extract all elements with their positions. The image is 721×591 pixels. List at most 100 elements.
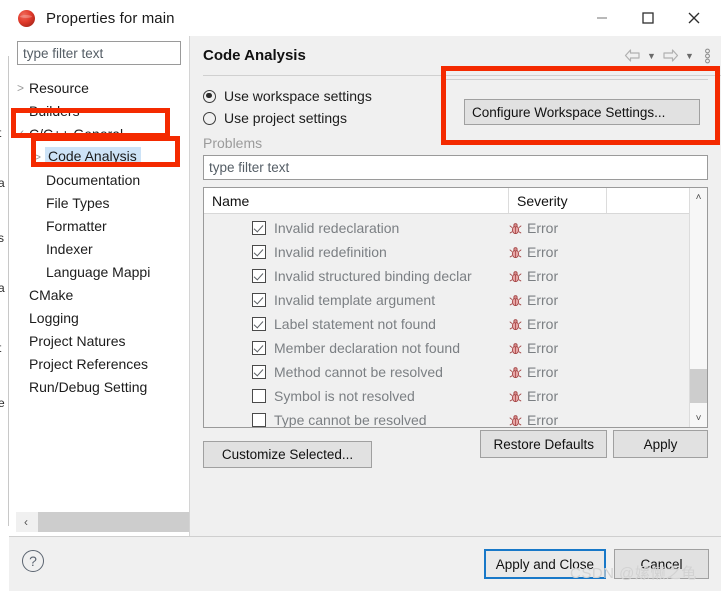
tree-hscroll-thumb[interactable] (38, 512, 192, 532)
tree-item-documentation[interactable]: Documentation (9, 168, 189, 191)
tree-item-indexer[interactable]: Indexer (9, 237, 189, 260)
tree-item-run-debug-settings[interactable]: Run/Debug Setting (9, 375, 189, 398)
problem-name: Member declaration not found (274, 340, 460, 356)
tree-item-label: Code Analysis (45, 147, 141, 166)
radio-button-icon[interactable] (203, 111, 216, 125)
window-title: Properties for main (46, 9, 175, 27)
minimize-icon[interactable] (579, 0, 625, 36)
radio-label: Use project settings (224, 110, 347, 126)
forward-arrow-icon[interactable] (661, 45, 680, 67)
cell-name[interactable]: Member declaration not found (204, 340, 509, 356)
apply-button[interactable]: Apply (613, 430, 708, 458)
tree-item-cpp-general[interactable]: ✓ C/C++ General (9, 122, 189, 145)
forward-history-dropdown-icon[interactable]: ▼ (682, 45, 697, 67)
problem-name: Method cannot be resolved (274, 364, 443, 380)
scroll-up-icon[interactable]: ˄ (690, 188, 707, 206)
code-analysis-page: Code Analysis ▼ ▼ Use workspace settings… (190, 36, 721, 536)
maximize-icon[interactable] (625, 0, 671, 36)
tree-item-project-natures[interactable]: Project Natures (9, 329, 189, 352)
scroll-down-icon[interactable]: ˅ (690, 409, 707, 427)
chevron-down-icon[interactable]: ✓ (12, 128, 29, 140)
tree-item-file-types[interactable]: File Types (9, 191, 189, 214)
row-checkbox[interactable] (252, 365, 266, 379)
tree-item-label: Builders (29, 102, 80, 119)
page-toolbar: ▼ ▼ (623, 45, 715, 67)
cell-name[interactable]: Method cannot be resolved (204, 364, 509, 380)
scroll-thumb[interactable] (690, 369, 707, 403)
problems-table-scrollbar[interactable]: ˄ ˅ (689, 188, 707, 427)
row-checkbox[interactable] (252, 341, 266, 355)
restore-defaults-button[interactable]: Restore Defaults (480, 430, 607, 458)
tree-item-language-mappings[interactable]: Language Mappi (9, 260, 189, 283)
row-checkbox[interactable] (252, 245, 266, 259)
configure-workspace-settings-button[interactable]: Configure Workspace Settings... (464, 99, 700, 125)
tree-item-label: Run/Debug Setting (29, 378, 148, 395)
tree-hscroll-track[interactable] (36, 512, 192, 532)
tree-item-cmake[interactable]: CMake (9, 283, 189, 306)
table-row[interactable]: Type cannot be resolved Error (204, 408, 689, 427)
table-row[interactable]: Method cannot be resolved Error (204, 360, 689, 384)
cell-name[interactable]: Symbol is not resolved (204, 388, 509, 404)
severity-label: Error (527, 340, 559, 356)
row-checkbox[interactable] (252, 389, 266, 403)
table-row[interactable]: Member declaration not found Error (204, 336, 689, 360)
row-checkbox[interactable] (252, 317, 266, 331)
tree-item-resource[interactable]: > Resource (9, 76, 189, 99)
error-bug-icon (509, 390, 522, 402)
page-action-buttons: Restore Defaults Apply (480, 430, 708, 458)
tree-item-label: Logging (29, 309, 79, 326)
cell-severity: Error (509, 220, 607, 236)
column-header-empty[interactable] (607, 188, 689, 213)
view-menu-icon[interactable] (699, 45, 715, 67)
close-icon[interactable] (671, 0, 717, 36)
table-row[interactable]: Invalid template argument Error (204, 288, 689, 312)
back-arrow-icon[interactable] (623, 45, 642, 67)
cell-name[interactable]: Label statement not found (204, 316, 509, 332)
scroll-track[interactable] (690, 206, 707, 409)
severity-label: Error (527, 220, 559, 236)
back-history-dropdown-icon[interactable]: ▼ (644, 45, 659, 67)
table-row[interactable]: Label statement not found Error (204, 312, 689, 336)
chevron-right-icon[interactable]: > (12, 82, 29, 94)
page-header: Code Analysis ▼ ▼ (190, 36, 721, 75)
tree-item-project-references[interactable]: Project References (9, 352, 189, 375)
tree-filter-input[interactable] (17, 41, 181, 65)
tree-item-logging[interactable]: Logging (9, 306, 189, 329)
table-row[interactable]: Invalid redefinition Error (204, 240, 689, 264)
page-title: Code Analysis (203, 47, 306, 64)
row-checkbox[interactable] (252, 413, 266, 427)
tree-item-formatter[interactable]: Formatter (9, 214, 189, 237)
cell-name[interactable]: Type cannot be resolved (204, 412, 509, 427)
problems-table-header: Name Severity (204, 188, 689, 214)
cell-severity: Error (509, 244, 607, 260)
tree-horizontal-scrollbar[interactable]: ‹ › (16, 512, 192, 532)
help-icon[interactable]: ? (22, 550, 44, 572)
table-row[interactable]: Symbol is not resolved Error (204, 384, 689, 408)
table-row[interactable]: Invalid structured binding declar Error (204, 264, 689, 288)
page-content: Use workspace settings Use project setti… (190, 76, 721, 468)
error-bug-icon (509, 246, 522, 258)
cell-name[interactable]: Invalid redefinition (204, 244, 509, 260)
chevron-right-icon[interactable]: > (29, 151, 46, 163)
problems-table-body[interactable]: Invalid redeclaration Error Invalid rede… (204, 214, 689, 427)
severity-label: Error (527, 364, 559, 380)
cell-name[interactable]: Invalid redeclaration (204, 220, 509, 236)
row-checkbox[interactable] (252, 269, 266, 283)
column-header-name[interactable]: Name (204, 188, 509, 213)
title-bar: Properties for main (9, 0, 721, 36)
tree-item-builders[interactable]: Builders (9, 99, 189, 122)
settings-tree[interactable]: > Resource Builders ✓ C/C++ General > Co… (9, 71, 189, 504)
configure-link-area: Configure Workspace Settings... (441, 79, 708, 139)
cell-name[interactable]: Invalid structured binding declar (204, 268, 509, 284)
problems-filter-input[interactable] (203, 155, 708, 180)
table-row[interactable]: Invalid redeclaration Error (204, 216, 689, 240)
row-checkbox[interactable] (252, 221, 266, 235)
radio-button-icon[interactable] (203, 89, 216, 103)
scroll-left-icon[interactable]: ‹ (16, 512, 36, 532)
customize-selected-button[interactable]: Customize Selected... (203, 441, 372, 468)
column-header-severity[interactable]: Severity (509, 188, 607, 213)
cell-name[interactable]: Invalid template argument (204, 292, 509, 308)
tree-item-label: CMake (29, 286, 74, 303)
row-checkbox[interactable] (252, 293, 266, 307)
tree-item-code-analysis[interactable]: > Code Analysis (9, 145, 189, 168)
